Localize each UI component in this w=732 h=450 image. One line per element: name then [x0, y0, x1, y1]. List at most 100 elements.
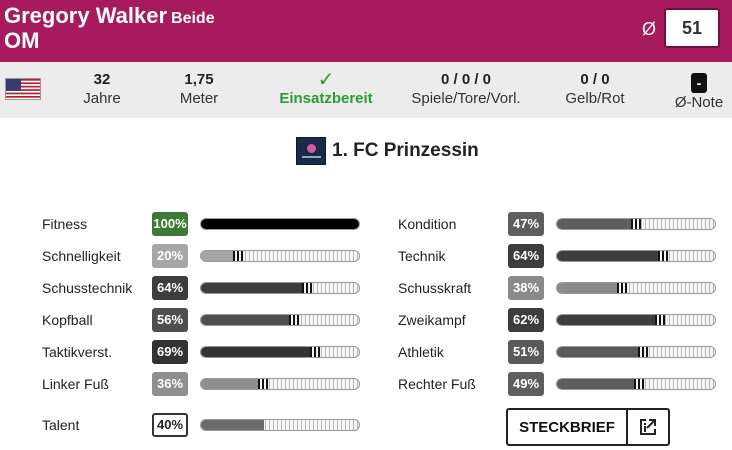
- attribute-label: Fitness: [42, 216, 88, 232]
- external-link-icon: [628, 410, 668, 444]
- attribute-bar-fill: [557, 283, 618, 293]
- attribute-label: Schusskraft: [398, 280, 472, 296]
- us-flag-icon: [5, 78, 41, 100]
- attribute-value-badge: 40%: [152, 413, 188, 437]
- cards-label: Gelb/Rot: [565, 90, 625, 107]
- attribute-row: Technik 64%: [398, 244, 718, 268]
- age-value: 32: [93, 71, 111, 88]
- attribute-bar-potential-marker: [232, 251, 243, 261]
- attribute-row: Zweikampf 62%: [398, 308, 718, 332]
- club-name: 1. FC Prinzessin: [332, 140, 479, 161]
- attribute-bar: [200, 419, 360, 431]
- attribute-bar-potential-marker: [637, 347, 648, 357]
- attribute-bar: [556, 282, 716, 294]
- attribute-bar: [200, 314, 360, 326]
- attribute-bar: [556, 346, 716, 358]
- attribute-row: Kondition 47%: [398, 212, 718, 236]
- attribute-label: Kopfball: [42, 312, 93, 328]
- average-symbol: Ø: [642, 19, 657, 39]
- club-link[interactable]: 1. FC Prinzessin: [296, 136, 479, 166]
- attribute-bar-potential-marker: [289, 315, 300, 325]
- preferred-foot: Beide: [171, 10, 215, 27]
- attribute-row-talent: Talent 40%: [42, 413, 362, 437]
- height-info: 1,75 Meter: [174, 71, 224, 109]
- attribute-bar: [200, 346, 360, 358]
- steckbrief-label: STECKBRIEF: [508, 410, 628, 444]
- attribute-bar: [200, 378, 360, 390]
- attribute-bar-potential-marker: [310, 347, 321, 357]
- age-label: Jahre: [83, 90, 121, 107]
- attribute-bar-fill: [557, 219, 632, 229]
- attribute-bar-potential-marker: [302, 283, 313, 293]
- attribute-row: Fitness 100%: [42, 212, 362, 236]
- attribute-value-badge: 69%: [152, 340, 188, 364]
- attribute-value-badge: 56%: [152, 308, 188, 332]
- attribute-bar-fill: [557, 379, 635, 389]
- attribute-row: Kopfball 56%: [42, 308, 362, 332]
- attribute-bar: [556, 378, 716, 390]
- attribute-bar-potential-marker: [257, 379, 268, 389]
- attribute-label: Kondition: [398, 216, 457, 232]
- attribute-value-badge: 36%: [152, 372, 188, 396]
- attribute-row: Schnelligkeit 20%: [42, 244, 362, 268]
- attribute-label: Schusstechnik: [42, 280, 133, 296]
- attribute-row: Rechter Fuß 49%: [398, 372, 718, 396]
- attribute-value-badge: 100%: [152, 212, 188, 236]
- attribute-bar-fill: [557, 315, 655, 325]
- games-info: 0 / 0 / 0 Spiele/Tore/Vorl.: [404, 71, 528, 109]
- attribute-bar-fill: [201, 315, 290, 325]
- attribute-bar-potential-marker: [654, 315, 665, 325]
- attribute-label: Linker Fuß: [42, 376, 109, 392]
- attribute-label: Talent: [42, 417, 80, 433]
- attribute-value-badge: 47%: [508, 212, 544, 236]
- attribute-bar-potential-marker: [658, 251, 669, 261]
- steckbrief-button[interactable]: STECKBRIEF: [506, 408, 670, 446]
- player-position: OM: [4, 28, 40, 53]
- attribute-row: Athletik 51%: [398, 340, 718, 364]
- attribute-row: Taktikverst. 69%: [42, 340, 362, 364]
- attribute-bar: [556, 250, 716, 262]
- attribute-bar: [200, 282, 360, 294]
- attribute-row: Schusskraft 38%: [398, 276, 718, 300]
- attribute-label: Technik: [398, 248, 446, 264]
- attribute-value-badge: 38%: [508, 276, 544, 300]
- check-icon: ✓: [317, 69, 335, 91]
- player-name-line: Gregory Walker Beide: [4, 4, 215, 31]
- attribute-label: Taktikverst.: [42, 344, 113, 360]
- attribute-row: Linker Fuß 36%: [42, 372, 362, 396]
- attribute-value-badge: 20%: [152, 244, 188, 268]
- attribute-bar-potential-marker: [634, 379, 645, 389]
- attribute-bar-potential-marker: [631, 219, 642, 229]
- attribute-bar: [556, 314, 716, 326]
- attribute-row: Schusstechnik 64%: [42, 276, 362, 300]
- average-rating-badge: 51: [664, 8, 720, 48]
- cards-info: 0 / 0 Gelb/Rot: [558, 71, 632, 109]
- height-label: Meter: [179, 90, 219, 107]
- attribute-bar-fill: [201, 219, 359, 229]
- note-value: -: [691, 73, 707, 93]
- attribute-bar: [200, 250, 360, 262]
- note-info: - Ø-Note: [672, 71, 726, 113]
- attribute-bar-fill: [201, 379, 258, 389]
- attribute-label: Schnelligkeit: [42, 248, 121, 264]
- games-label: Spiele/Tore/Vorl.: [411, 90, 521, 107]
- player-header: Gregory Walker Beide OM Ø 51: [0, 0, 732, 62]
- attribute-bar-fill: [201, 420, 265, 430]
- attribute-value-badge: 49%: [508, 372, 544, 396]
- attribute-value-badge: 51%: [508, 340, 544, 364]
- attribute-label: Rechter Fuß: [398, 376, 476, 392]
- age-info: 32 Jahre: [82, 71, 122, 109]
- attribute-bar-fill: [557, 347, 638, 357]
- attribute-bar-potential-marker: [617, 283, 628, 293]
- cards-value: 0 / 0: [580, 71, 610, 88]
- attribute-bar-fill: [201, 251, 233, 261]
- height-value: 1,75: [184, 71, 214, 88]
- attribute-label: Athletik: [398, 344, 444, 360]
- attribute-bar-fill: [201, 347, 311, 357]
- attribute-value-badge: 64%: [152, 276, 188, 300]
- player-name: Gregory Walker: [4, 3, 168, 28]
- info-bar: 32 Jahre 1,75 Meter ✓ Einsatzbereit 0 / …: [0, 62, 732, 118]
- attribute-value-badge: 62%: [508, 308, 544, 332]
- attribute-bar: [556, 218, 716, 230]
- status-label: Einsatzbereit: [279, 90, 373, 107]
